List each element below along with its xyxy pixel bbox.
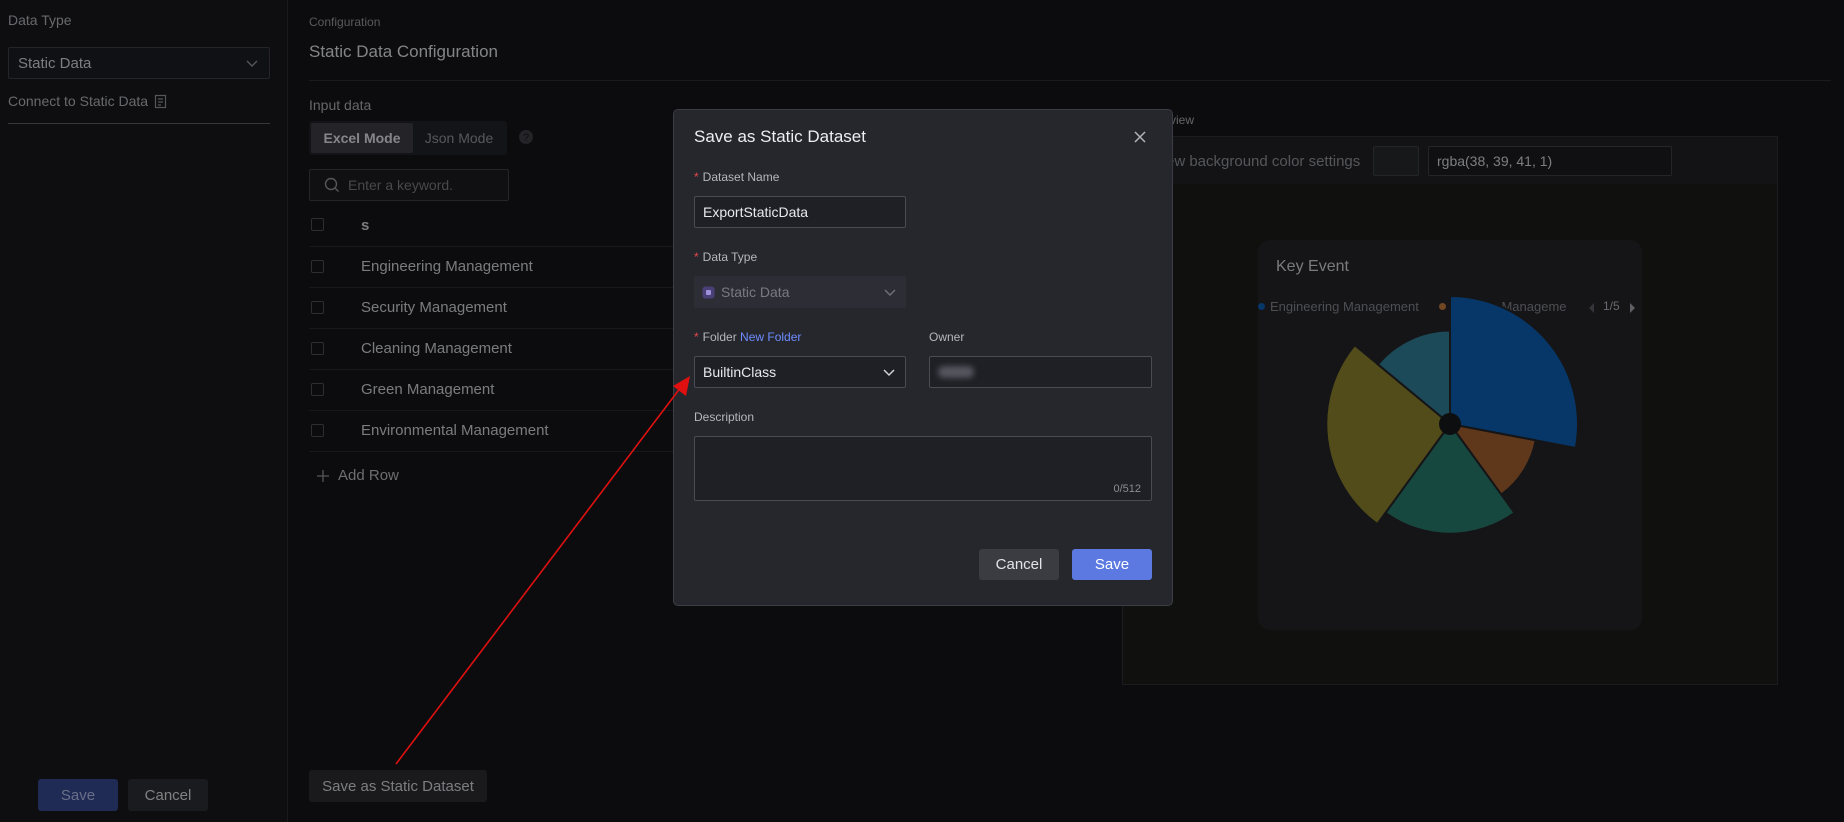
save-static-dataset-modal: Save as Static Dataset * Dataset Name Exp… xyxy=(673,109,1173,606)
owner-input[interactable] xyxy=(929,356,1152,388)
dataset-name-label: * Dataset Name xyxy=(694,170,780,184)
modal-title: Save as Static Dataset xyxy=(694,127,866,146)
folder-label: * Folder New Folder xyxy=(694,330,802,344)
modal-save-button[interactable]: Save xyxy=(1072,549,1152,580)
chevron-down-icon xyxy=(884,289,896,296)
folder-select-value: BuiltinClass xyxy=(703,364,777,380)
owner-blurred-value xyxy=(938,366,974,378)
modal-data-type-select: Static Data xyxy=(694,276,906,308)
static-data-icon xyxy=(702,286,715,298)
owner-label: Owner xyxy=(929,330,965,344)
description-counter: 0/512 xyxy=(1113,483,1141,495)
new-folder-link[interactable]: New Folder xyxy=(740,330,801,344)
dataset-name-input[interactable]: ExportStaticData xyxy=(694,196,906,228)
data-type-label: * Data Type xyxy=(694,250,758,264)
description-textarea[interactable]: 0/512 xyxy=(694,436,1152,501)
chevron-down-icon xyxy=(883,369,895,377)
description-label: Description xyxy=(694,410,755,424)
modal-cancel-button[interactable]: Cancel xyxy=(979,549,1059,580)
folder-select[interactable]: BuiltinClass xyxy=(694,356,906,388)
modal-data-type-value: Static Data xyxy=(721,284,790,300)
close-icon[interactable] xyxy=(1133,130,1147,144)
